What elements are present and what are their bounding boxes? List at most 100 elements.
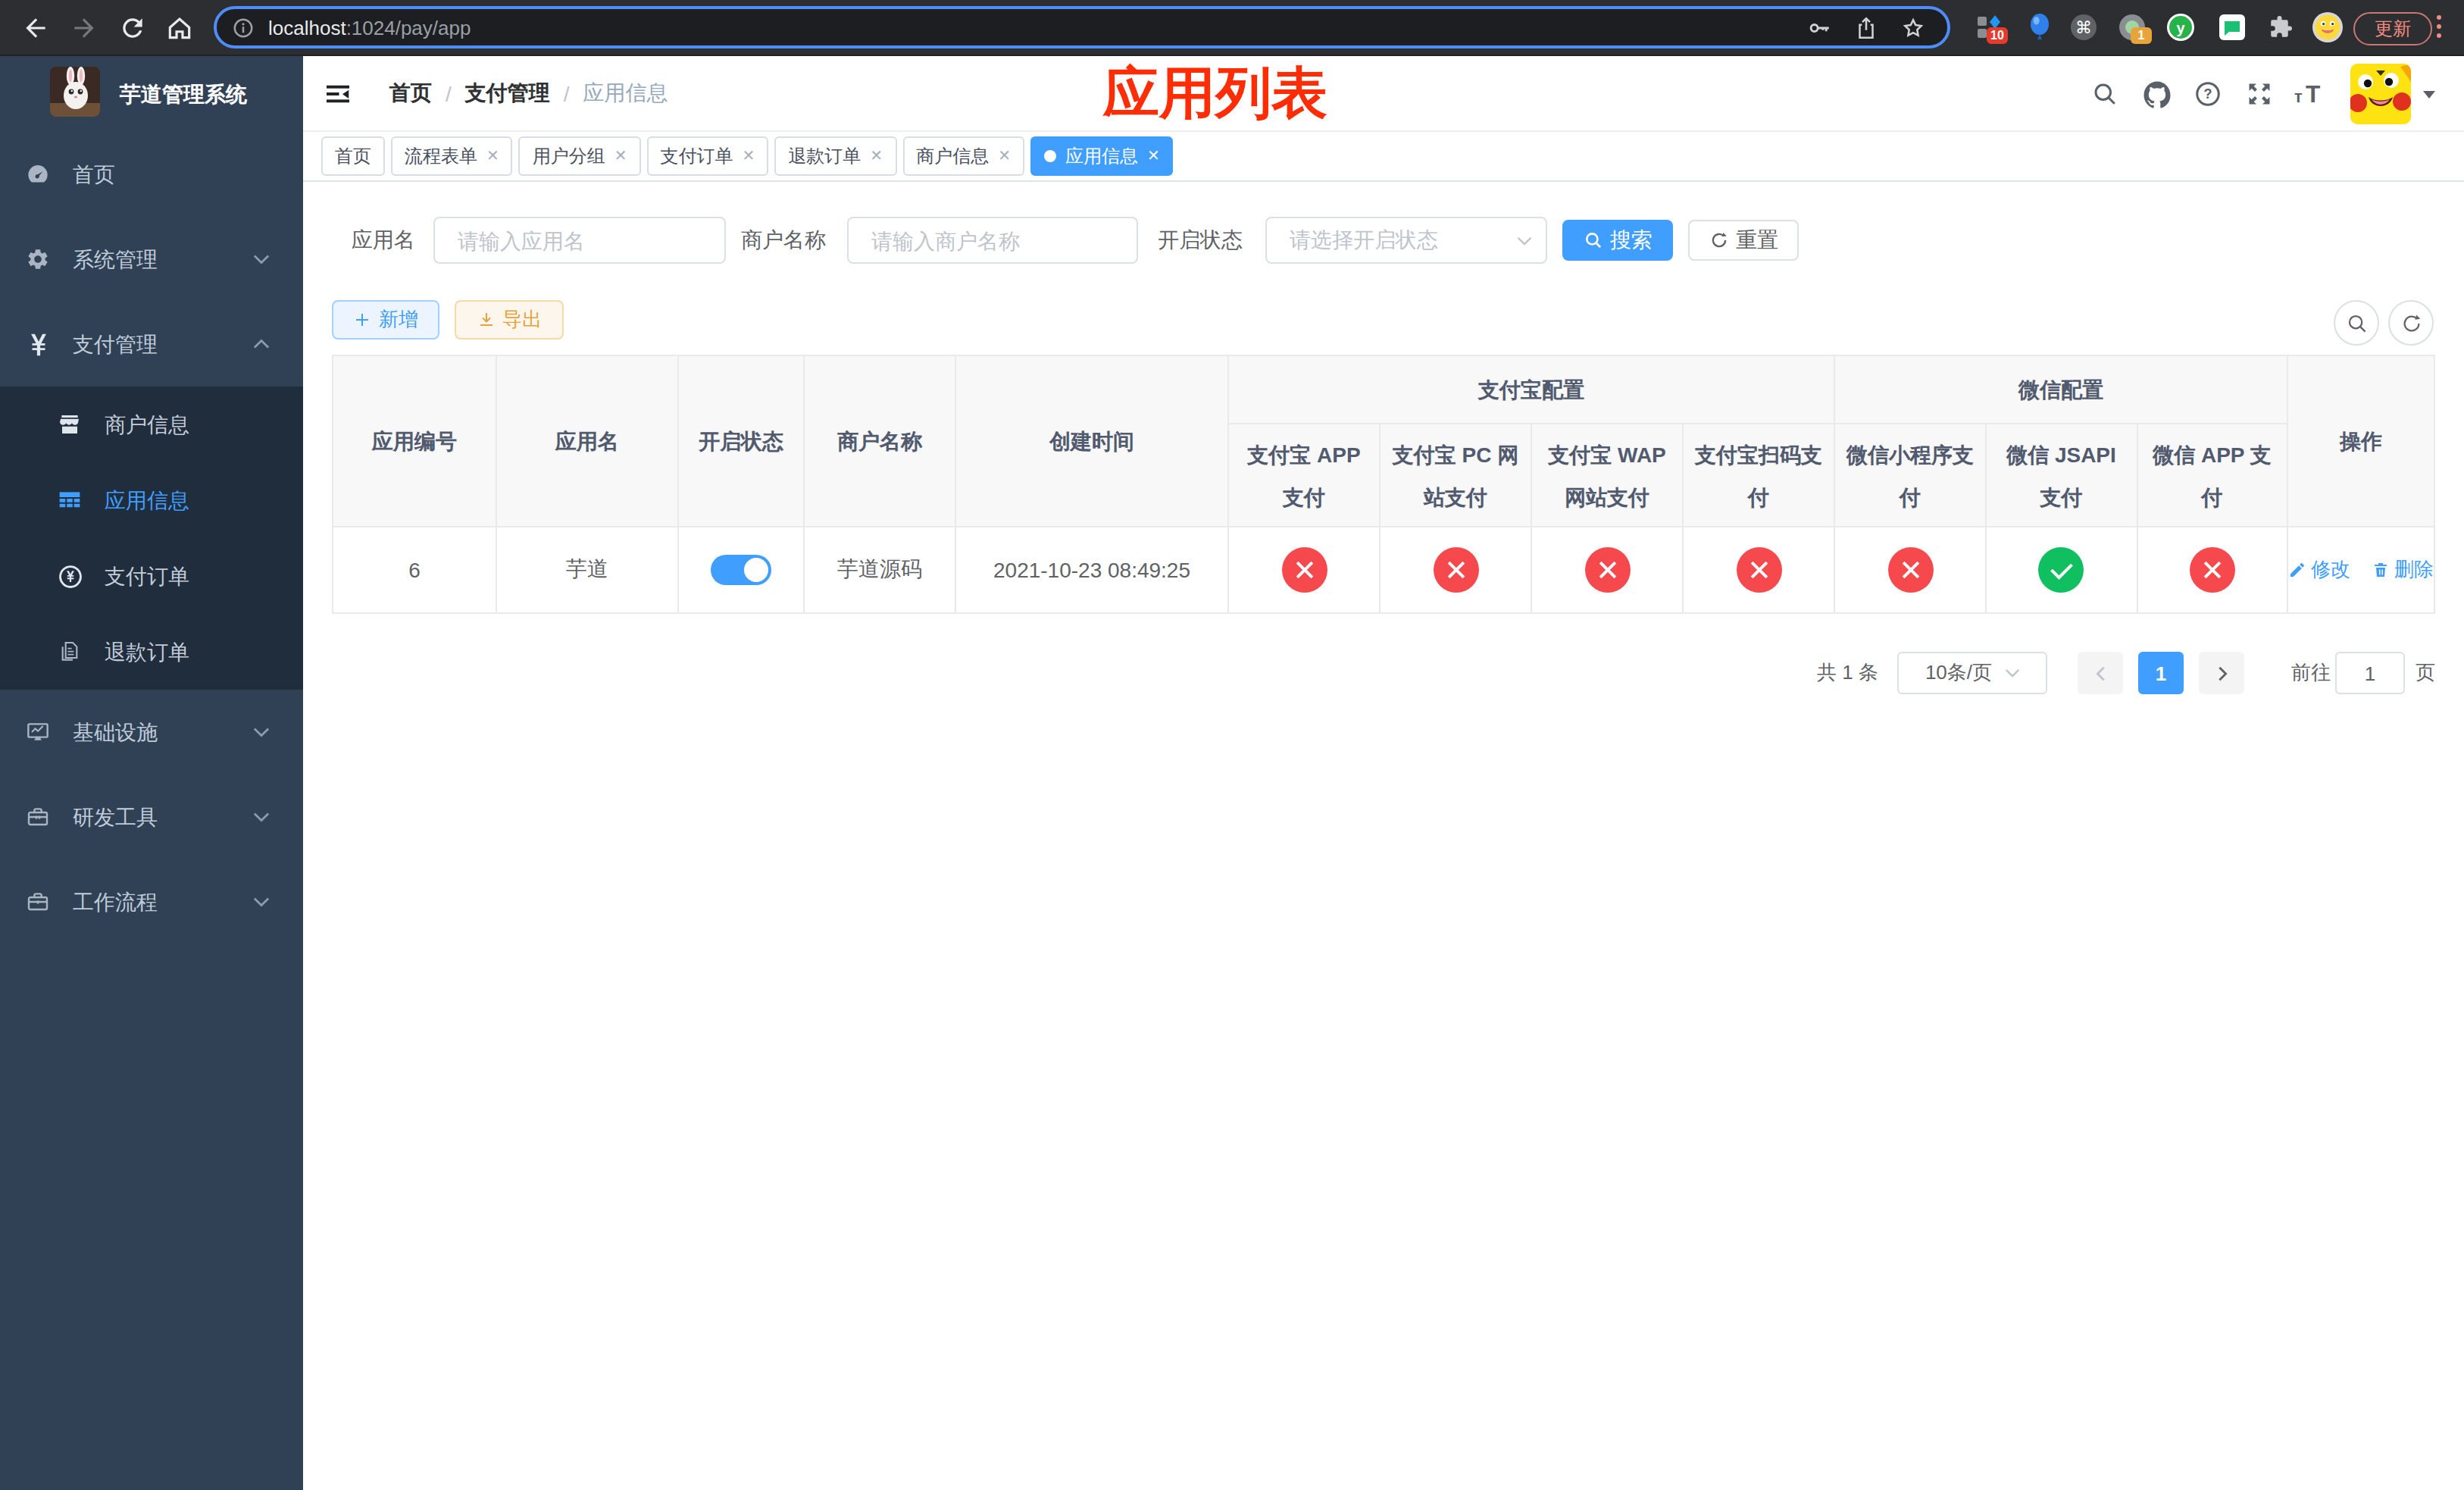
site-info-icon[interactable] [232,16,255,39]
sidebar-item-home[interactable]: 首页 [0,132,303,217]
breadcrumb-home[interactable]: 首页 [389,80,432,108]
page-number-1[interactable]: 1 [2138,652,2184,694]
col-header-alipay-pc: 支付宝 PC 网站支付 [1380,424,1531,527]
edit-link[interactable]: 修改 [2288,556,2350,584]
status-toggle[interactable] [711,555,771,585]
extension-balloon-icon[interactable] [2026,14,2053,41]
cell-wechat-mini [1834,527,1986,613]
home-icon[interactable] [165,14,194,42]
search-icon[interactable] [2091,80,2118,108]
cell-wechat-app [2137,527,2287,613]
sidebar-item-merchant-info[interactable]: 商户信息 [0,387,303,462]
add-button[interactable]: 新增 [332,300,439,340]
font-size-icon[interactable]: тT [2294,82,2322,109]
delete-link[interactable]: 删除 [2372,556,2434,584]
password-key-icon[interactable] [1806,14,1832,40]
briefcase-icon [26,890,50,914]
tab-merchant-info[interactable]: 商户信息✕ [902,136,1024,176]
refresh-button[interactable] [2388,300,2434,346]
storefront-icon [58,412,82,437]
reset-button[interactable]: 重置 [1688,220,1799,261]
url-bar[interactable]: localhost:1024/pay/app [214,6,1950,49]
tab-app-info[interactable]: 应用信息✕ [1030,136,1174,176]
chevron-down-icon [253,726,270,738]
tab-user-group[interactable]: 用户分组✕ [519,136,641,176]
pagination-total: 共 1 条 [1817,652,1878,694]
tab-home[interactable]: 首页 [321,136,385,176]
avatar-dropdown-caret[interactable] [2423,91,2435,99]
sidebar-item-refund-orders[interactable]: 退款订单 [0,614,303,690]
help-icon[interactable]: ? [2194,80,2222,108]
sidebar-collapse-icon[interactable] [324,80,352,108]
tab-payment-orders[interactable]: 支付订单✕ [647,136,769,176]
merchant-name-input[interactable] [847,217,1138,264]
export-button[interactable]: 导出 [455,300,564,340]
close-icon[interactable]: ✕ [486,149,499,164]
col-group-alipay: 支付宝配置 [1228,355,1834,424]
col-header-wechat-mini: 微信小程序支付 [1834,424,1986,527]
col-header-app-id: 应用编号 [333,355,496,527]
extension-y-icon[interactable]: y [2167,14,2194,41]
sidebar-item-workflow[interactable]: 工作流程 [0,859,303,944]
app-name-input[interactable] [433,217,726,264]
bookmark-star-icon[interactable] [1900,14,1926,40]
svg-text:т: т [2294,87,2303,106]
sidebar-item-payment[interactable]: 支付管理 [0,302,303,387]
status-check-icon [2039,547,2084,593]
goto-page-input[interactable] [2335,652,2405,694]
github-icon[interactable] [2141,79,2173,111]
breadcrumb-payment[interactable]: 支付管理 [465,80,550,108]
search-button[interactable]: 搜索 [1562,220,1673,261]
extension-chat-icon[interactable] [2219,14,2246,41]
extension-command-icon[interactable]: ⌘ [2070,14,2097,41]
prev-page-button[interactable] [2078,652,2123,694]
chevron-down-icon [253,896,270,908]
documents-icon [58,640,82,664]
sidebar-item-infrastructure[interactable]: 基础设施 [0,690,303,775]
sidebar-item-app-info[interactable]: 应用信息 [0,462,303,538]
browser-toolbar: localhost:1024/pay/app 10 ⌘ 1 y [0,0,2464,56]
fullscreen-icon[interactable] [2246,80,2273,108]
col-header-merchant: 商户名称 [804,355,955,527]
chevron-down-icon [253,253,270,265]
forward-icon[interactable] [70,14,98,42]
sidebar-item-dev-tools[interactable]: 研发工具 [0,775,303,859]
extension-grid-icon[interactable]: 10 [1976,14,2003,41]
close-icon[interactable]: ✕ [743,149,755,164]
status-select[interactable]: 请选择开启状态 [1265,217,1547,264]
app-name-label: 应用名 [352,217,415,264]
sidebar-item-system[interactable]: 系统管理 [0,217,303,302]
url-host: localhost [268,16,346,39]
browser-menu-icon[interactable] [2437,14,2443,39]
close-icon[interactable]: ✕ [998,149,1011,164]
close-icon[interactable]: ✕ [614,149,627,164]
close-icon[interactable]: ✕ [1147,149,1160,164]
app-logo[interactable]: 芋道管理系统 [0,56,303,132]
update-button[interactable]: 更新 [2353,12,2432,45]
status-x-icon [1736,547,1781,593]
svg-text:T: T [2306,82,2320,108]
cell-ops: 修改 删除 [2287,527,2434,613]
col-header-ops: 操作 [2287,355,2434,527]
page-size-select[interactable]: 10条/页 [1897,652,2047,694]
user-avatar[interactable] [2350,64,2411,124]
back-icon[interactable] [21,14,50,42]
col-header-alipay-qr: 支付宝扫码支付 [1683,424,1834,527]
reload-icon[interactable] [118,14,147,42]
extension-recorder-icon[interactable]: 1 [2118,14,2146,41]
status-x-icon [2190,547,2235,593]
share-icon[interactable] [1853,14,1879,40]
extensions-puzzle-icon[interactable] [2267,14,2294,41]
profile-avatar-emoji[interactable] [2312,12,2343,42]
sidebar-menu: 首页 系统管理 支付管理 商户信息 应用信息 [0,132,303,944]
cell-app-id: 6 [333,527,496,613]
next-page-button[interactable] [2199,652,2244,694]
close-icon[interactable]: ✕ [870,149,883,164]
chevron-down-icon [253,811,270,823]
tags-view: 首页 流程表单✕ 用户分组✕ 支付订单✕ 退款订单✕ 商户信息✕ 应用信息✕ [303,132,2464,182]
toggle-search-button[interactable] [2334,300,2379,346]
breadcrumb-current: 应用信息 [583,80,668,108]
sidebar-item-payment-orders[interactable]: 支付订单 [0,538,303,614]
tab-process-form[interactable]: 流程表单✕ [391,136,513,176]
tab-refund-orders[interactable]: 退款订单✕ [774,136,896,176]
